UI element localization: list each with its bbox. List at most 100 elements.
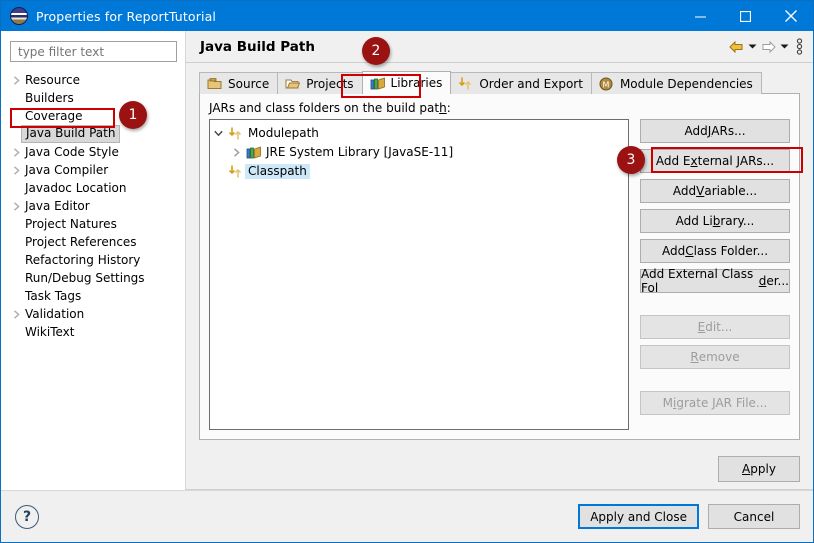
button-label-pre: Add: [672, 184, 697, 198]
sidebar-item-builders[interactable]: Builders: [1, 89, 185, 107]
help-question-icon[interactable]: ?: [15, 504, 39, 529]
window-controls: [678, 1, 813, 31]
sidebar-item-run-debug-settings[interactable]: Run/Debug Settings: [1, 269, 185, 287]
sidebar-item-label: Task Tags: [25, 289, 82, 303]
sidebar-item-java-build-path[interactable]: Java Build Path: [1, 125, 185, 143]
tree-row-classpath[interactable]: Classpath: [210, 162, 628, 181]
tree-row-label: Modulepath: [248, 126, 319, 140]
add-variable-button[interactable]: Add Variable...: [640, 179, 790, 203]
eclipse-icon: [10, 7, 28, 25]
button-label-post: dit...: [705, 320, 733, 334]
back-dropdown-chevron-down-icon[interactable]: [748, 43, 757, 50]
sidebar-item-project-natures[interactable]: Project Natures: [1, 215, 185, 233]
sidebar-item-validation[interactable]: Validation: [1, 305, 185, 323]
tab-label: Source: [228, 76, 270, 91]
tab-source[interactable]: Source: [199, 72, 279, 94]
close-icon[interactable]: [768, 1, 813, 31]
tab-libraries[interactable]: Libraries: [361, 71, 452, 94]
panel-main: Modulepath JRE System Library [JavaSE-11…: [209, 119, 790, 430]
maximize-icon[interactable]: [723, 1, 768, 31]
button-label-mnemonic: d: [758, 274, 767, 288]
button-label-mnemonic: x: [690, 154, 698, 168]
button-label-post: grate JAR File...: [676, 396, 768, 410]
build-path-actions: Add J ARs... Add Ex ternal JARs... Add Var…: [640, 119, 790, 430]
button-label-post: er...: [766, 274, 789, 288]
vertical-dots-menu-icon[interactable]: [796, 38, 803, 55]
tree-row-modulepath[interactable]: Modulepath: [210, 124, 628, 143]
migrate-jar-file-button[interactable]: Mi grate JAR File...: [640, 391, 790, 415]
sidebar-item-java-code-style[interactable]: Java Code Style: [1, 143, 185, 161]
dialog-body: Resource Builders Coverage Java Build Pa…: [1, 31, 813, 490]
filter-box[interactable]: [10, 41, 177, 62]
sidebar-item-label: Java Editor: [25, 199, 90, 213]
chevron-right-icon[interactable]: [9, 75, 23, 85]
chevron-right-icon[interactable]: [9, 147, 23, 157]
up-down-arrows-icon: [458, 77, 474, 91]
add-class-folder-button[interactable]: Add Class Folder...: [640, 239, 790, 263]
sidebar-item-wikitext[interactable]: WikiText: [1, 323, 185, 341]
sidebar-item-refactoring-history[interactable]: Refactoring History: [1, 251, 185, 269]
build-path-tree[interactable]: Modulepath JRE System Library [JavaSE-11…: [209, 119, 629, 430]
sidebar-item-task-tags[interactable]: Task Tags: [1, 287, 185, 305]
sidebar-item-label: WikiText: [25, 325, 75, 339]
settings-sidebar: Resource Builders Coverage Java Build Pa…: [1, 31, 186, 490]
button-label-pre: Add External Class Fol: [641, 267, 754, 295]
tab-module-dependencies[interactable]: M Module Dependencies: [590, 72, 762, 94]
tree-row-jre-system-library[interactable]: JRE System Library [JavaSE-11]: [210, 143, 628, 162]
minimize-icon[interactable]: [678, 1, 723, 31]
add-external-jars-button[interactable]: Add Ex ternal JARs...: [640, 149, 790, 173]
sidebar-item-label: Builders: [25, 91, 74, 105]
sidebar-item-label: Coverage: [25, 109, 83, 123]
sidebar-item-project-references[interactable]: Project References: [1, 233, 185, 251]
button-label-post: rary...: [720, 214, 755, 228]
sidebar-item-javadoc-location[interactable]: Javadoc Location: [1, 179, 185, 197]
up-down-arrows-icon: [227, 165, 245, 178]
source-package-icon: [207, 77, 223, 91]
sidebar-item-label: Validation: [25, 307, 85, 321]
button-label-post: ternal JARs...: [697, 154, 775, 168]
settings-page: Java Build Path Source Projects Librarie…: [186, 31, 813, 490]
up-down-arrows-icon: [227, 127, 245, 140]
sidebar-item-java-editor[interactable]: Java Editor: [1, 197, 185, 215]
button-label-pre: Add: [684, 124, 708, 138]
panel-label-mnemonic: h: [439, 101, 447, 115]
sidebar-item-java-compiler[interactable]: Java Compiler: [1, 161, 185, 179]
remove-button[interactable]: Remove: [640, 345, 790, 369]
library-books-icon: [370, 76, 386, 90]
button-group-separator: [640, 299, 790, 309]
tab-projects[interactable]: Projects: [277, 72, 363, 94]
sidebar-item-label: Javadoc Location: [25, 181, 127, 195]
button-group-separator: [640, 375, 790, 385]
edit-button[interactable]: Edit...: [640, 315, 790, 339]
button-label-post: pply: [750, 462, 776, 476]
sidebar-item-resource[interactable]: Resource: [1, 71, 185, 89]
chevron-right-icon[interactable]: [9, 165, 23, 175]
chevron-down-icon[interactable]: [210, 130, 227, 137]
tab-label: Libraries: [390, 76, 443, 90]
tree-row-label: Classpath: [245, 164, 310, 179]
tab-order-and-export[interactable]: Order and Export: [450, 72, 592, 94]
sidebar-item-coverage[interactable]: Coverage: [1, 107, 185, 125]
annotation-badge-1: 1: [119, 101, 147, 129]
sidebar-item-label: Refactoring History: [25, 253, 141, 267]
page-content: Source Projects Libraries Order and Expo…: [186, 63, 813, 449]
apply-and-close-button[interactable]: Apply and Close: [578, 504, 699, 529]
forward-dropdown-chevron-down-icon[interactable]: [780, 43, 789, 50]
sidebar-item-label: Resource: [25, 73, 81, 87]
page-header: Java Build Path: [186, 31, 813, 63]
back-arrow-icon[interactable]: [728, 40, 745, 54]
button-label-mnemonic: E: [697, 320, 706, 334]
cancel-button[interactable]: Cancel: [708, 504, 800, 529]
search-input[interactable]: [16, 43, 171, 60]
chevron-right-icon[interactable]: [9, 309, 23, 319]
add-library-button[interactable]: Add Li b rary...: [640, 209, 790, 233]
apply-button[interactable]: Apply: [718, 456, 800, 482]
sidebar-item-label: Java Build Path: [21, 125, 121, 143]
add-external-class-folder-button[interactable]: Add External Class Fol d er...: [640, 267, 790, 295]
page-nav-icons: [728, 38, 803, 55]
chevron-right-icon[interactable]: [9, 201, 23, 211]
forward-arrow-icon[interactable]: [760, 40, 777, 54]
chevron-right-icon[interactable]: [228, 148, 245, 157]
add-jars-button[interactable]: Add J ARs...: [640, 119, 790, 143]
